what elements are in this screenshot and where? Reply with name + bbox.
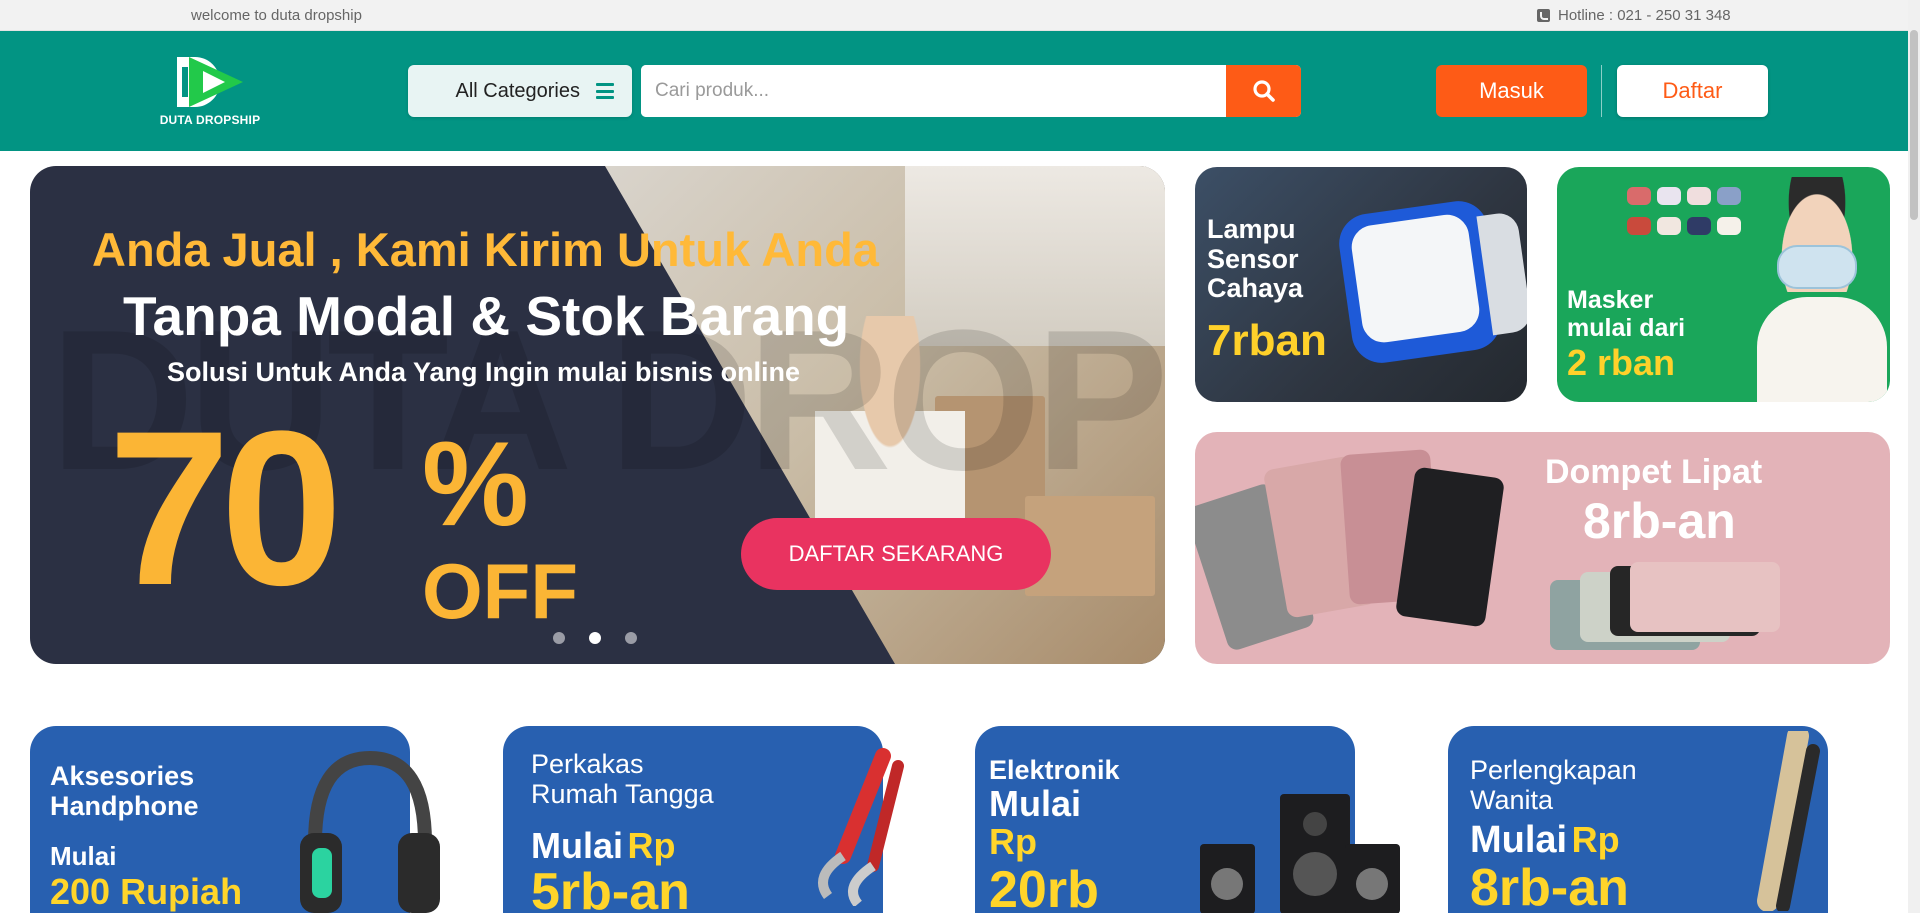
top-info-bar: welcome to duta dropship Hotline : 021 -… [0,0,1920,31]
phone-icon [1537,9,1550,22]
category-perkakas-rumah-tangga[interactable]: Perkakas Rumah Tangga Mulai Rp 5rb-an [503,726,904,913]
category-mulai: Mulai [531,825,624,866]
mask-products-image [1627,187,1747,235]
page-scrollbar[interactable] [1908,0,1920,913]
wallets-image [1195,432,1525,664]
category-mulai: Mulai [989,783,1082,824]
category-title: Perkakas Rumah Tangga [531,749,714,809]
wallets-row-image [1550,562,1780,652]
category-rp: Rp [1571,819,1620,860]
banner-masker-price: 2 rban [1567,342,1676,383]
welcome-text: welcome to duta dropship [191,7,362,24]
hero-discount-value: 70 [108,385,343,631]
search-button[interactable] [1226,65,1301,117]
wrench-icon [818,748,904,906]
speaker-icon [1200,794,1400,913]
banner-lampu-sensor[interactable]: Lampu Sensor Cahaya 7rban [1195,167,1527,402]
category-elektronik[interactable]: Elektronik Mulai Rp 20rb [975,726,1400,913]
hotline-text: Hotline : 021 - 250 31 348 [1558,7,1731,24]
hotline: Hotline : 021 - 250 31 348 [1537,7,1731,24]
hero-off-text: OFF [422,547,578,635]
scrollbar-thumb[interactable] [1910,30,1918,220]
banner-lampu-price: 7rban [1207,316,1327,365]
all-categories-button[interactable]: All Categories [408,65,632,117]
banner-dompet-title: Dompet Lipat [1545,453,1763,491]
category-mulai: Mulai [1470,819,1568,861]
category-mulai-line: Mulai Rp [531,826,675,866]
hero-tagline: Solusi Untuk Anda Yang Ingin mulai bisni… [167,357,801,387]
category-mulai-line: Mulai Rp [1470,819,1620,862]
category-price: 200 Rupiah [50,871,243,912]
menu-icon [596,83,614,99]
category-aksesories-handphone[interactable]: Aksesories Handphone Mulai 200 Rupiah [30,726,440,913]
banner-dompet-price: 8rb-an [1583,493,1736,549]
category-title: Aksesories Handphone [50,761,199,821]
category-rp: Rp [989,821,1037,862]
banner-dompet-lipat[interactable]: Dompet Lipat 8rb-an [1195,432,1890,664]
hero-percent-sign: % [422,417,529,551]
headphone-icon [300,750,440,913]
login-button[interactable]: Masuk [1436,65,1587,117]
hero-carousel[interactable]: DUTA DROPSHIP Anda Jual , Kami Kirim Unt… [30,166,1165,664]
category-perlengkapan-wanita[interactable]: Perlengkapan Wanita Mulai Rp 8rb-an [1448,726,1828,913]
search-icon [1252,80,1275,102]
banner-lampu-title: Lampu Sensor Cahaya [1207,214,1304,304]
logo-text: DUTA DROPSHIP [159,113,261,127]
carousel-dot-1[interactable] [553,632,565,644]
carousel-dot-2[interactable] [589,632,601,644]
register-button[interactable]: Daftar [1617,65,1768,117]
hair-straightener-icon [1757,731,1820,911]
all-categories-label: All Categories [455,79,580,102]
category-price: 20rb [989,861,1099,913]
kid-with-mask-image [1757,177,1887,402]
category-title: Elektronik [989,755,1120,785]
banner-masker[interactable]: Masker mulai dari 2 rban [1557,167,1890,402]
category-price: 5rb-an [531,863,690,913]
category-rp: Rp [627,825,676,866]
category-title: Perlengkapan Wanita [1470,755,1637,815]
category-price: 8rb-an [1470,859,1629,913]
carousel-dot-3[interactable] [625,632,637,644]
site-header: DUTA DROPSHIP All Categories Masuk Dafta… [0,31,1920,151]
header-divider [1601,65,1602,117]
search-input[interactable] [641,65,1226,117]
hero-subheadline: Tanpa Modal & Stok Barang [123,285,850,347]
register-now-button[interactable]: DAFTAR SEKARANG [741,518,1051,590]
carousel-dots [553,632,637,644]
category-mulai: Mulai [50,841,117,871]
banner-masker-title: Masker mulai dari [1567,286,1686,342]
search-bar [641,65,1301,117]
site-logo[interactable]: DUTA DROPSHIP [155,53,265,133]
lamp-product-image [1335,197,1505,367]
logo-mark-icon [177,57,243,107]
hero-headline: Anda Jual , Kami Kirim Untuk Anda [92,223,879,276]
